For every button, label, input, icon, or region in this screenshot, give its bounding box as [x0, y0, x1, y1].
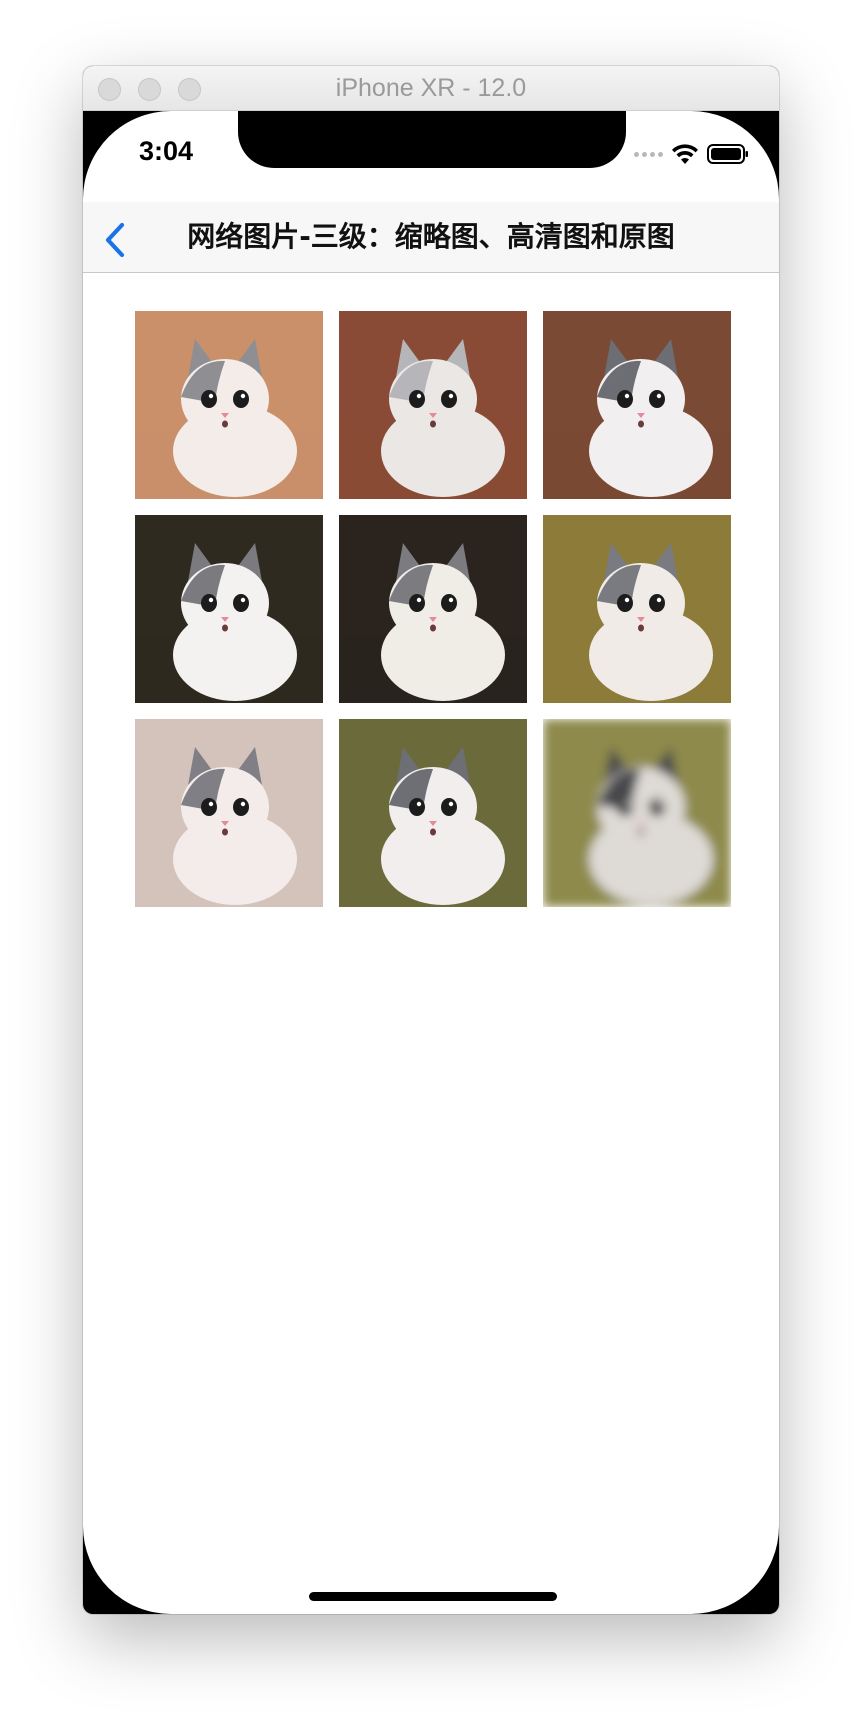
kitten-photo	[543, 311, 731, 499]
kitten-photo	[543, 719, 731, 907]
gallery-thumbnail[interactable]	[135, 311, 323, 499]
gallery-thumbnail[interactable]	[339, 515, 527, 703]
gallery-thumbnail[interactable]	[543, 719, 731, 907]
home-indicator[interactable]	[309, 1592, 557, 1601]
battery-icon	[707, 144, 748, 164]
gallery-thumbnail[interactable]	[543, 515, 731, 703]
image-grid	[135, 311, 731, 907]
kitten-photo	[339, 515, 527, 703]
wifi-icon	[672, 144, 698, 164]
gallery-thumbnail[interactable]	[339, 311, 527, 499]
kitten-photo	[543, 515, 731, 703]
device-screen: 3:04 网络图片-三级：缩略图、高清图和原图	[83, 111, 779, 1614]
status-icons	[634, 141, 749, 167]
gallery-thumbnail[interactable]	[135, 719, 323, 907]
gallery-thumbnail[interactable]	[135, 515, 323, 703]
status-time: 3:04	[139, 136, 194, 166]
back-button[interactable]	[101, 220, 131, 260]
navigation-bar: 网络图片-三级：缩略图、高清图和原图	[83, 202, 779, 273]
kitten-photo	[135, 515, 323, 703]
kitten-photo	[339, 719, 527, 907]
window-title: iPhone XR - 12.0	[335, 74, 527, 102]
simulator-window: iPhone XR - 12.0 3:04 网络图片-三级：缩略图、高清图和原图	[83, 66, 779, 1614]
gallery-thumbnail[interactable]	[339, 719, 527, 907]
signal-dots-icon	[634, 151, 663, 157]
gallery-thumbnail[interactable]	[543, 311, 731, 499]
kitten-photo	[339, 311, 527, 499]
page-title: 网络图片-三级：缩略图、高清图和原图	[187, 220, 675, 253]
chevron-left-icon	[105, 222, 125, 258]
simulator-titlebar: iPhone XR - 12.0	[83, 66, 779, 111]
kitten-photo	[135, 311, 323, 499]
device-notch	[238, 111, 626, 168]
kitten-photo	[135, 719, 323, 907]
